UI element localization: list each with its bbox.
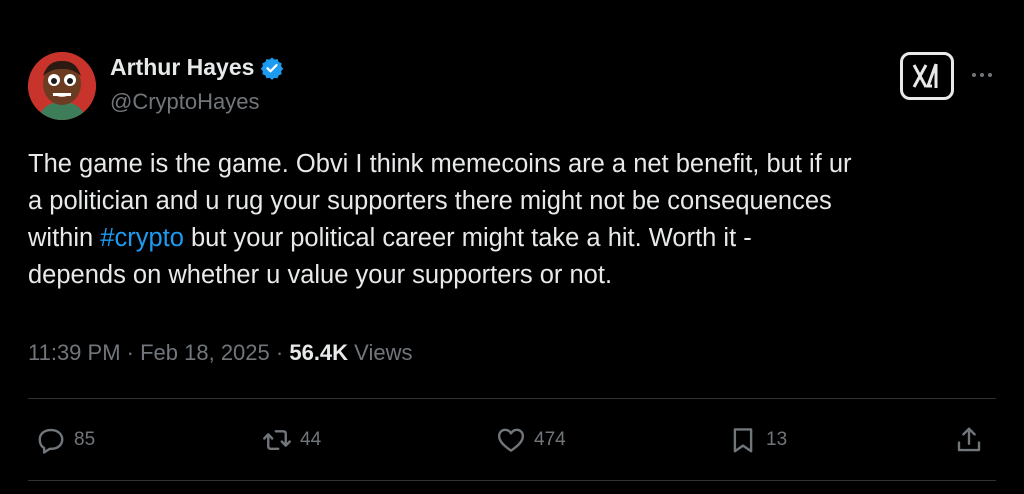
meta-separator: · (269, 340, 290, 365)
share-icon (957, 427, 981, 452)
reply-count: 85 (74, 429, 96, 450)
tweet-date[interactable]: Feb 18, 2025 (140, 340, 270, 365)
grok-button[interactable] (900, 52, 954, 100)
more-icon[interactable] (966, 62, 998, 88)
divider (28, 398, 996, 399)
reply-icon (38, 428, 64, 454)
author-handle[interactable]: @CryptoHayes (110, 89, 260, 115)
bookmark-button[interactable]: 13 (728, 420, 787, 460)
meta-separator: · (120, 340, 141, 365)
tweet-line: The game is the game. Obvi I think memec… (28, 150, 852, 178)
like-count: 474 (534, 429, 566, 450)
author-name-row[interactable]: Arthur Hayes (110, 54, 284, 81)
verified-badge-icon[interactable] (260, 56, 284, 80)
bookmark-count: 13 (766, 429, 788, 450)
views-count: 56.4K (289, 340, 349, 365)
tweet-text-segment: but your political career might take a h… (183, 224, 752, 252)
bookmark-icon (733, 428, 753, 453)
tweet-time[interactable]: 11:39 PM (28, 340, 121, 365)
tweet-line: within #crypto but your political career… (28, 220, 1003, 257)
repost-count: 44 (300, 429, 322, 450)
tweet-line: a politician and u rug your supporters t… (28, 187, 832, 215)
action-bar: 85 44 474 13 (28, 420, 996, 460)
repost-icon (263, 430, 291, 450)
author-name[interactable]: Arthur Hayes (110, 54, 254, 81)
views-label: Views (348, 340, 413, 365)
hashtag-link[interactable]: #crypto (100, 224, 184, 252)
avatar[interactable] (28, 52, 96, 120)
tweet-line: depends on whether u value your supporte… (28, 261, 613, 289)
heart-icon (497, 428, 525, 452)
divider (28, 480, 996, 481)
tweet-text: The game is the game. Obvi I think memec… (28, 146, 1003, 294)
grok-icon (912, 63, 938, 88)
share-button[interactable] (954, 420, 984, 460)
reply-button[interactable]: 85 (36, 420, 95, 460)
like-button[interactable]: 474 (496, 420, 566, 460)
tweet-text-segment: within (28, 224, 101, 252)
repost-button[interactable]: 44 (262, 420, 321, 460)
tweet-meta: 11:39 PM · Feb 18, 2025 · 56.4K Views (28, 340, 412, 366)
